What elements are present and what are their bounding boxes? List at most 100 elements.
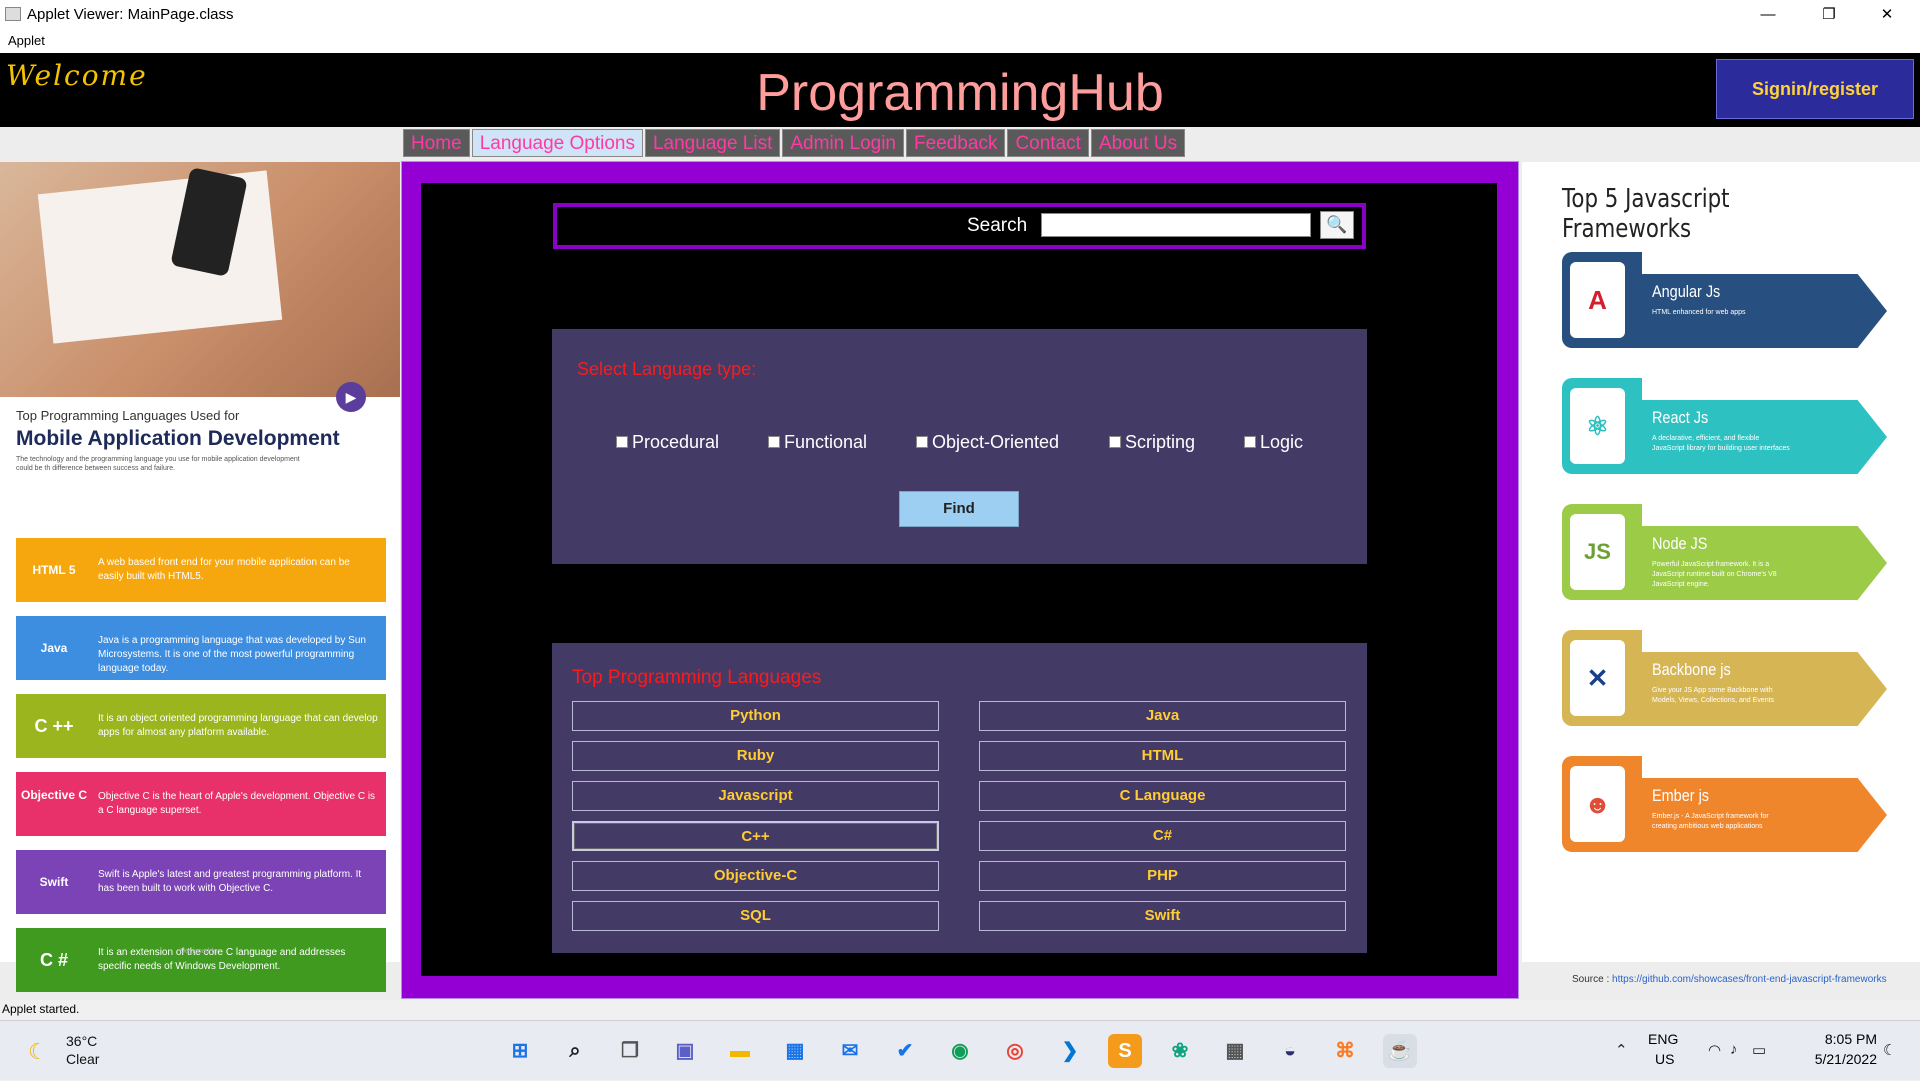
- status-bar: Applet started.: [0, 1000, 1920, 1020]
- search-bar: Search 🔍: [553, 203, 1366, 249]
- chrome-icon[interactable]: ◎: [998, 1034, 1032, 1068]
- language-button-c-language[interactable]: C Language: [979, 781, 1346, 811]
- search-input[interactable]: [1041, 213, 1311, 237]
- clock-date[interactable]: 5/21/2022: [1797, 1051, 1877, 1067]
- designed-by: Designed by: [180, 948, 219, 955]
- lang-card-objective-c: Objective C Objective C is the heart of …: [16, 772, 386, 836]
- notification-icon[interactable]: ☾: [1883, 1041, 1896, 1059]
- checkbox-object-oriented[interactable]: Object-Oriented: [916, 432, 1059, 453]
- language-button-java[interactable]: Java: [979, 701, 1346, 731]
- minimize-button[interactable]: —: [1745, 0, 1791, 29]
- framework-name: Backbone js: [1652, 660, 1731, 679]
- checkbox[interactable]: [768, 436, 780, 448]
- language-button-python[interactable]: Python: [572, 701, 939, 731]
- calculator-icon[interactable]: ▦: [1218, 1034, 1252, 1068]
- edge-icon[interactable]: ◉: [943, 1034, 977, 1068]
- moon-icon: ☾: [28, 1039, 48, 1064]
- file-explorer-icon[interactable]: ▬: [723, 1034, 757, 1068]
- chatgpt-icon[interactable]: ❀: [1163, 1034, 1197, 1068]
- tab-home[interactable]: Home: [403, 129, 470, 157]
- checkbox[interactable]: [1109, 436, 1121, 448]
- search-icon[interactable]: ⌕: [558, 1034, 592, 1068]
- framework-ember: ☻ Ember js Ember.js - A JavaScript frame…: [1562, 756, 1887, 852]
- framework-badge: ✕: [1562, 630, 1642, 726]
- checkbox-logic[interactable]: Logic: [1244, 432, 1303, 453]
- framework-node: JS Node JS Powerful JavaScript framework…: [1562, 504, 1887, 600]
- top-languages-panel: Top Programming Languages Python Ruby Ja…: [552, 643, 1367, 953]
- lang-card-cpp: C ++ It is an object oriented programmin…: [16, 694, 386, 758]
- system-tray: ⌃ ENG US ◠ ♪ ▭ 8:05 PM 5/21/2022 ☾: [1600, 1021, 1920, 1081]
- language-button-objective-c[interactable]: Objective-C: [572, 861, 939, 891]
- language-button-csharp[interactable]: C#: [979, 821, 1346, 851]
- close-button[interactable]: ✕: [1864, 0, 1910, 29]
- task-view-icon[interactable]: ❐: [613, 1034, 647, 1068]
- volume-icon[interactable]: ♪: [1730, 1041, 1738, 1058]
- framework-badge: JS: [1562, 504, 1642, 600]
- source-link[interactable]: https://github.com/showcases/front-end-j…: [1612, 974, 1887, 985]
- clock-time[interactable]: 8:05 PM: [1807, 1031, 1877, 1047]
- sublime-icon[interactable]: S: [1108, 1034, 1142, 1068]
- signin-register-button[interactable]: Signin/register: [1716, 59, 1914, 119]
- objective-c-icon: Objective C: [20, 788, 88, 802]
- lang-card-swift: Swift Swift is Apple's latest and greate…: [16, 850, 386, 914]
- language-button-javascript[interactable]: Javascript: [572, 781, 939, 811]
- lang-card-text: It is an object oriented programming lan…: [98, 713, 378, 738]
- menu-applet[interactable]: Applet: [8, 33, 45, 48]
- input-language[interactable]: ENG: [1648, 1031, 1678, 1047]
- start-icon[interactable]: ⊞: [503, 1034, 537, 1068]
- lang-card-text: Java is a programming language that was …: [98, 635, 366, 674]
- wifi-icon[interactable]: ◠: [1708, 1041, 1721, 1059]
- checkbox[interactable]: [1244, 436, 1256, 448]
- framework-name: Node JS: [1652, 534, 1708, 553]
- eclipse-icon[interactable]: ◒: [1273, 1034, 1307, 1068]
- checkbox-procedural[interactable]: Procedural: [616, 432, 719, 453]
- store-icon[interactable]: ▦: [778, 1034, 812, 1068]
- language-button-html[interactable]: HTML: [979, 741, 1346, 771]
- language-button-swift[interactable]: Swift: [979, 901, 1346, 931]
- input-region[interactable]: US: [1655, 1051, 1674, 1067]
- tab-language-list[interactable]: Language List: [644, 129, 781, 157]
- language-button-ruby[interactable]: Ruby: [572, 741, 939, 771]
- frameworks-title: Top 5 Javascript Frameworks: [1562, 184, 1730, 244]
- backbone-icon: ✕: [1570, 640, 1625, 716]
- tab-contact[interactable]: Contact: [1007, 129, 1089, 157]
- language-button-php[interactable]: PHP: [979, 861, 1346, 891]
- framework-desc: Give your JS App some Backbone with Mode…: [1652, 687, 1775, 704]
- infographic-desc: The technology and the programming langu…: [16, 456, 300, 472]
- todo-icon[interactable]: ✔: [888, 1034, 922, 1068]
- java-icon[interactable]: ☕: [1383, 1034, 1417, 1068]
- tab-admin-login[interactable]: Admin Login: [782, 129, 904, 157]
- checkbox-functional[interactable]: Functional: [768, 432, 867, 453]
- language-button-cpp[interactable]: C++: [572, 821, 939, 851]
- find-button[interactable]: Find: [899, 491, 1019, 527]
- mail-icon[interactable]: ✉: [833, 1034, 867, 1068]
- framework-desc: Powerful JavaScript framework. It is a J…: [1652, 561, 1777, 588]
- xampp-icon[interactable]: ⌘: [1328, 1034, 1362, 1068]
- cpp-icon: C ++: [34, 716, 74, 736]
- weather-condition: Clear: [66, 1051, 100, 1067]
- chevron-up-icon[interactable]: ⌃: [1615, 1041, 1628, 1059]
- top-languages-heading: Top Programming Languages: [572, 667, 822, 688]
- framework-badge: A: [1562, 252, 1642, 348]
- checkbox-label: Logic: [1260, 432, 1304, 452]
- checkbox[interactable]: [616, 436, 628, 448]
- swift-icon: Swift: [39, 875, 69, 889]
- framework-angular: A Angular Js HTML enhanced for web apps: [1562, 252, 1887, 348]
- maximize-button[interactable]: ❐: [1806, 0, 1852, 29]
- tab-about-us[interactable]: About Us: [1090, 129, 1186, 157]
- checkbox-scripting[interactable]: Scripting: [1109, 432, 1195, 453]
- window-titlebar: Applet Viewer: MainPage.class — ❐ ✕: [0, 0, 1920, 29]
- ember-icon: ☻: [1570, 766, 1625, 842]
- vscode-icon[interactable]: ❯: [1053, 1034, 1087, 1068]
- lang-card-java: Java Java is a programming language that…: [16, 616, 386, 680]
- checkbox[interactable]: [916, 436, 928, 448]
- tab-language-options[interactable]: Language Options: [471, 129, 643, 157]
- framework-desc: A declarative, efficient, and flexible J…: [1652, 435, 1790, 452]
- language-button-sql[interactable]: SQL: [572, 901, 939, 931]
- taskbar: ☾ 36°C Clear ⊞ ⌕ ❐ ▣ ▬ ▦ ✉ ✔ ◉ ◎ ❯ S ❀ ▦…: [0, 1020, 1920, 1080]
- search-button[interactable]: 🔍: [1320, 211, 1354, 239]
- java-icon: [5, 7, 21, 21]
- battery-icon[interactable]: ▭: [1752, 1041, 1766, 1059]
- tab-feedback[interactable]: Feedback: [906, 129, 1006, 157]
- chat-icon[interactable]: ▣: [668, 1034, 702, 1068]
